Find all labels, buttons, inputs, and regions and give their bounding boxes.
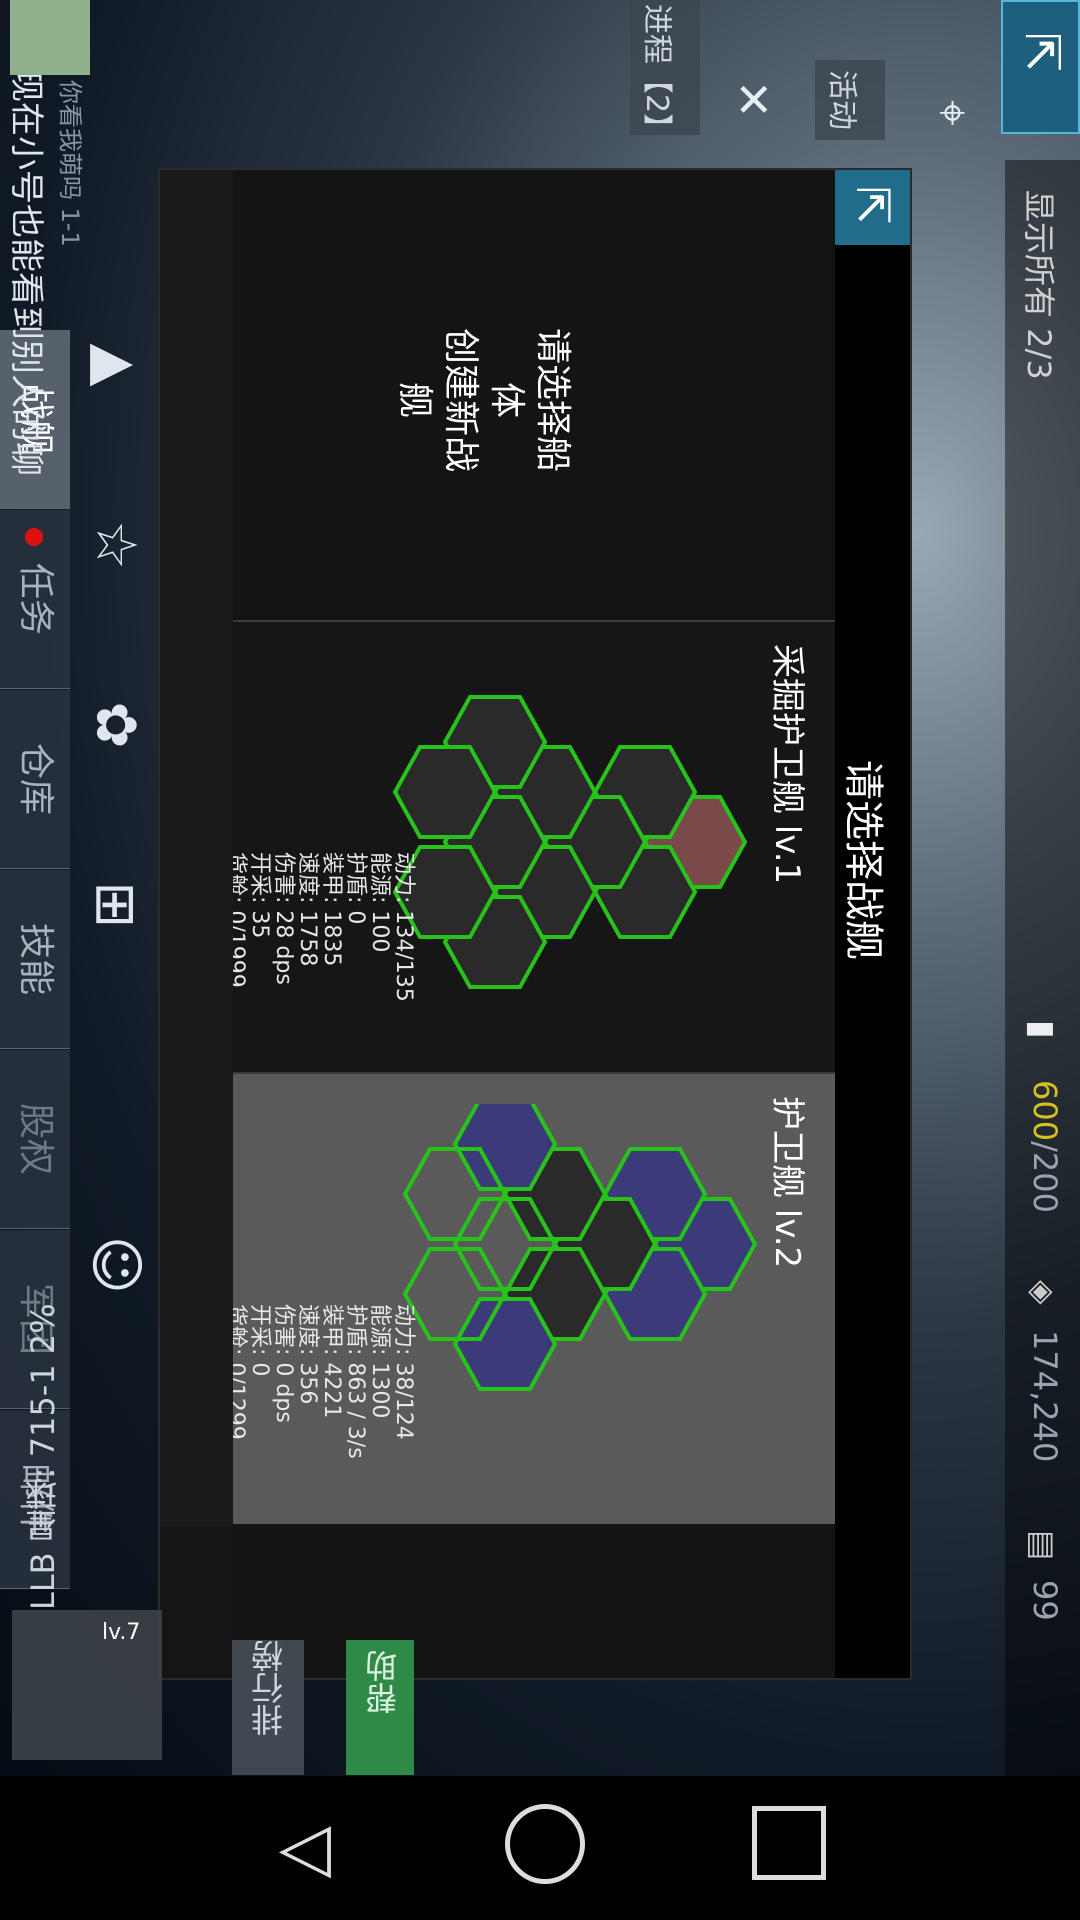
activity-button[interactable]: 活动 — [815, 60, 885, 140]
stat-line: 伤害: 0 dps — [271, 1304, 296, 1423]
satellite-icon[interactable]: ⌖ — [920, 100, 980, 160]
nav-equity[interactable]: 股权 — [0, 1050, 70, 1229]
planet-percent: 2% — [24, 1303, 62, 1355]
nav-label: 仓库 — [15, 742, 56, 815]
stat-line: 护盾: 0 — [343, 852, 368, 925]
dialog-back-button[interactable]: ⇱ — [835, 170, 910, 245]
show-all-anchor — [909, 170, 910, 171]
ship-1-name: 采掘护卫舰 lv.1 — [767, 644, 807, 885]
chat-line-1: 你看我萌吗 1-1 — [56, 80, 84, 247]
select-ship-dialog: ⇱ 请选择战舰 请选择船体 创建新战舰 采掘护卫舰 lv.1 动力: 134/1… — [158, 168, 912, 1680]
empty-slot-line2: 创建新战舰 — [394, 327, 481, 472]
ship-1-hex-grid — [392, 695, 748, 989]
help-label: 帮助 — [364, 1650, 402, 1714]
credits-value: 174,240 — [1026, 1330, 1064, 1463]
energy-readout: 600/200 — [1026, 1080, 1064, 1213]
planet-text: LLB 星球: 715-1 2% — [20, 1290, 80, 1610]
stat-line: 能源: 1300 — [367, 1304, 392, 1419]
dialog-header: ⇱ 请选择战舰 — [835, 170, 910, 1678]
energy-current: 600 — [1026, 1080, 1064, 1142]
credits-icon: ◈ — [1024, 1280, 1062, 1305]
stat-line: 装甲: 1835 — [319, 852, 344, 967]
activity-label: 活动 — [824, 70, 859, 130]
nav-skills[interactable]: 技能 — [0, 870, 70, 1049]
tokens-value: 99 — [1026, 1580, 1064, 1621]
player-level: lv.7 — [102, 1620, 141, 1645]
energy-max: /200 — [1026, 1141, 1064, 1213]
dialog-title: 请选择战舰 — [840, 760, 886, 960]
nav-label: 股权 — [15, 1102, 56, 1175]
nav-tasks[interactable]: 任务 — [0, 510, 70, 689]
skill-tree-icon: ⊞ — [83, 881, 148, 929]
battery-icon: ▮ — [1022, 1020, 1062, 1039]
stat-line: 能源: 100 — [367, 852, 392, 953]
show-all-label: 显示所有 2/3 — [1020, 190, 1058, 380]
back-nav-button[interactable]: ◁ — [270, 1808, 340, 1888]
chat-avatar — [10, 0, 90, 75]
landscape-game-view: ⇱ ▮ 600/200 ◈ 174,240 ▤ 99 ⌖ 活动 ✕ 进程【2】 … — [0, 0, 1080, 1920]
stat-line: 开采: 0 — [247, 1304, 272, 1377]
show-all-toggle[interactable]: 显示所有 2/3 — [1005, 170, 1080, 500]
ship-icon: ▲ — [83, 343, 148, 387]
stat-line: 装甲: 4221 — [319, 1304, 344, 1419]
tools-icon[interactable]: ✕ — [720, 80, 780, 140]
recents-icon[interactable] — [752, 1806, 826, 1880]
system-nav-bar: ◁ — [0, 1776, 1080, 1920]
dialog-footer — [160, 170, 233, 1678]
empty-slot-text: 请选择船体 创建新战舰 — [391, 320, 575, 480]
help-button[interactable]: 帮助 — [346, 1640, 414, 1775]
ranking-button[interactable]: 排行榜 — [232, 1640, 304, 1775]
home-icon[interactable] — [505, 1804, 585, 1884]
card-icon: ▤ — [1024, 1530, 1062, 1561]
footer-bar — [160, 170, 233, 1526]
ship-card-1[interactable]: 采掘护卫舰 lv.1 动力: 134/135 能源: 100 护盾: 0 装甲:… — [223, 622, 835, 1074]
progress-label: 进程【2】 — [639, 4, 674, 144]
ship-2-stats: 动力: 38/124 能源: 1300 护盾: 863 / 3/s 装甲: 42… — [223, 1304, 416, 1459]
notification-dot — [25, 528, 43, 546]
storage-icon: ✿ — [83, 701, 148, 749]
stat-line: 伤害: 28 dps — [271, 852, 296, 985]
nav-label: 技能 — [15, 922, 56, 995]
ship-1-stats: 动力: 134/135 能源: 100 护盾: 0 装甲: 1835 速度: 1… — [223, 852, 416, 1002]
stat-line: 速度: 356 — [295, 1304, 320, 1405]
stat-line: 速度: 1758 — [295, 852, 320, 967]
planet-id: 星球: 715-1 — [24, 1364, 62, 1543]
ship-2-hex-grid — [402, 1104, 758, 1391]
back-button[interactable]: ⇱ — [1001, 0, 1080, 134]
progress-button[interactable]: 进程【2】 — [630, 0, 700, 144]
empty-slot-card[interactable]: 请选择船体 创建新战舰 — [233, 170, 835, 622]
ship-card-2[interactable]: 护卫舰 lv.2 动力: 38/124 能源: 1300 护盾: 863 / 3… — [223, 1074, 835, 1524]
stat-line: 开采: 35 — [247, 852, 272, 939]
ranking-label: 排行榜 — [250, 1640, 288, 1736]
player-name: LLB — [24, 1552, 62, 1610]
back-icon: ⇱ — [846, 186, 900, 225]
nav-label: 任务 — [15, 562, 56, 635]
task-icon: ☆ — [83, 519, 148, 571]
avatar[interactable]: lv.7 — [12, 1610, 162, 1760]
nav-storage[interactable]: 仓库 — [0, 690, 70, 869]
empty-slot-line1: 请选择船体 — [486, 327, 573, 472]
stat-line: 护盾: 863 / 3/s — [343, 1304, 368, 1459]
back-icon: ⇱ — [1014, 32, 1070, 73]
ship-2-name: 护卫舰 lv.2 — [767, 1096, 807, 1269]
stat-line: 动力: 38/124 — [391, 1304, 416, 1440]
stat-line: 动力: 134/135 — [391, 852, 416, 1002]
